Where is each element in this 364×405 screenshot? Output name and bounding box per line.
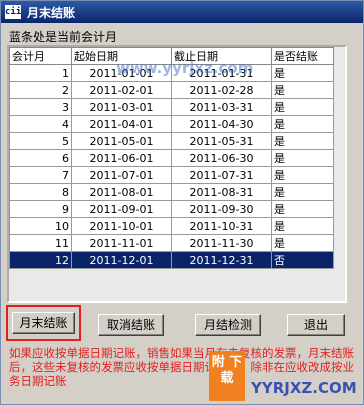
cell-closed: 否 — [271, 251, 334, 269]
cell-start-date: 2011-11-01 — [71, 234, 172, 252]
cell-closed: 是 — [271, 81, 334, 99]
cell-month: 4 — [9, 115, 72, 133]
download-badge: 附 下载 — [209, 351, 245, 401]
month-end-dialog: cii 月末结账 蓝条处是当前会计月 会计月 起始日期 截止日期 是否结账 12… — [0, 0, 364, 405]
cell-month: 2 — [9, 81, 72, 99]
title-bar: cii 月末结账 — [1, 1, 363, 23]
table-row[interactable]: 12 2011-12-01 2011-12-31 否 — [9, 251, 334, 269]
period-table-container: 会计月 起始日期 截止日期 是否结账 1 2011-01-01 2011-01-31… — [7, 45, 347, 303]
cell-start-date: 2011-03-01 — [71, 98, 172, 116]
cell-end-date: 2011-12-31 — [171, 251, 272, 269]
col-header-closed[interactable]: 是否结账 — [271, 47, 334, 65]
cancel-close-button[interactable]: 取消结账 — [98, 314, 164, 336]
cell-end-date: 2011-02-28 — [171, 81, 272, 99]
table-row[interactable]: 10 2011-10-01 2011-10-31 是 — [9, 217, 334, 235]
cell-start-date: 2011-10-01 — [71, 217, 172, 235]
table-row[interactable]: 8 2011-08-01 2011-08-31 是 — [9, 183, 334, 201]
table-row[interactable]: 4 2011-04-01 2011-04-30 是 — [9, 115, 334, 133]
cell-month: 5 — [9, 132, 72, 150]
cell-start-date: 2011-05-01 — [71, 132, 172, 150]
table-row[interactable]: 6 2011-06-01 2011-06-30 是 — [9, 149, 334, 167]
cell-end-date: 2011-05-31 — [171, 132, 272, 150]
cell-month: 10 — [9, 217, 72, 235]
app-icon: cii — [5, 5, 22, 19]
cell-month: 11 — [9, 234, 72, 252]
cell-end-date: 2011-04-30 — [171, 115, 272, 133]
cell-month: 9 — [9, 200, 72, 218]
table-row[interactable]: 7 2011-07-01 2011-07-31 是 — [9, 166, 334, 184]
cell-closed: 是 — [271, 183, 334, 201]
watermark-bottom: YYRJXZ.COM — [251, 379, 357, 397]
cell-closed: 是 — [271, 166, 334, 184]
cell-end-date: 2011-10-31 — [171, 217, 272, 235]
cell-end-date: 2011-08-31 — [171, 183, 272, 201]
cell-closed: 是 — [271, 98, 334, 116]
cell-month: 3 — [9, 98, 72, 116]
watermark-top: www.yyrjxz.com — [116, 59, 254, 77]
cell-end-date: 2011-07-31 — [171, 166, 272, 184]
cell-closed: 是 — [271, 149, 334, 167]
exit-button[interactable]: 退出 — [287, 314, 345, 336]
cell-start-date: 2011-12-01 — [71, 251, 172, 269]
cell-closed: 是 — [271, 234, 334, 252]
cell-start-date: 2011-06-01 — [71, 149, 172, 167]
table-row[interactable]: 11 2011-11-01 2011-11-30 是 — [9, 234, 334, 252]
cell-end-date: 2011-03-31 — [171, 98, 272, 116]
table-row[interactable]: 5 2011-05-01 2011-05-31 是 — [9, 132, 334, 150]
cell-month: 12 — [9, 251, 72, 269]
period-table: 会计月 起始日期 截止日期 是否结账 1 2011-01-01 2011-01-31… — [9, 47, 334, 269]
cell-month: 6 — [9, 149, 72, 167]
cell-start-date: 2011-04-01 — [71, 115, 172, 133]
cell-month: 8 — [9, 183, 72, 201]
cell-closed: 是 — [271, 132, 334, 150]
cell-closed: 是 — [271, 115, 334, 133]
cell-end-date: 2011-06-30 — [171, 149, 272, 167]
month-end-button[interactable]: 月末结账 — [12, 312, 75, 334]
month-end-check-button[interactable]: 月结检测 — [195, 314, 261, 336]
cell-start-date: 2011-07-01 — [71, 166, 172, 184]
col-header-month[interactable]: 会计月 — [9, 47, 72, 65]
table-row[interactable]: 2 2011-02-01 2011-02-28 是 — [9, 81, 334, 99]
cell-closed: 是 — [271, 200, 334, 218]
current-month-hint: 蓝条处是当前会计月 — [9, 30, 118, 44]
window-title: 月末结账 — [27, 5, 76, 20]
table-row[interactable]: 9 2011-09-01 2011-09-30 是 — [9, 200, 334, 218]
table-row[interactable]: 3 2011-03-01 2011-03-31 是 — [9, 98, 334, 116]
cell-month: 7 — [9, 166, 72, 184]
cell-start-date: 2011-08-01 — [71, 183, 172, 201]
cell-month: 1 — [9, 64, 72, 82]
cell-start-date: 2011-02-01 — [71, 81, 172, 99]
cell-closed: 是 — [271, 64, 334, 82]
cell-end-date: 2011-11-30 — [171, 234, 272, 252]
cell-end-date: 2011-09-30 — [171, 200, 272, 218]
cell-closed: 是 — [271, 217, 334, 235]
cell-start-date: 2011-09-01 — [71, 200, 172, 218]
